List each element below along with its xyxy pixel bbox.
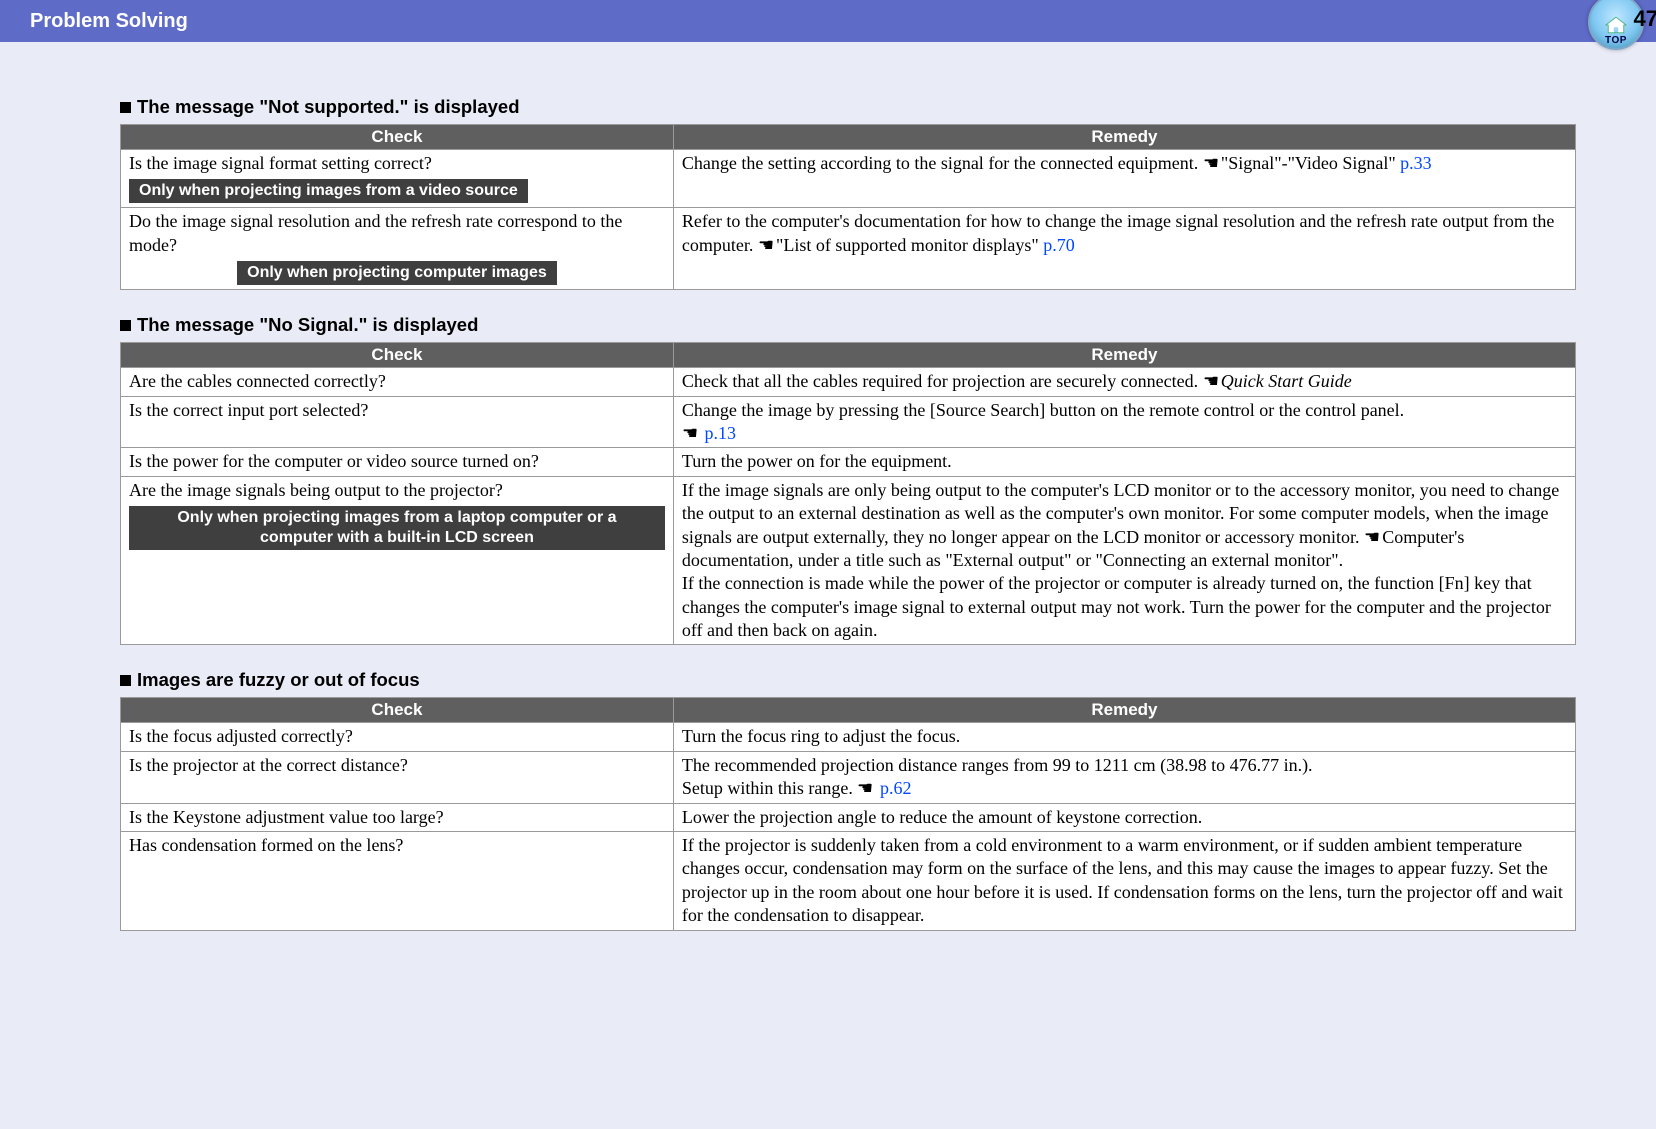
section-title-text: Images are fuzzy or out of focus [137, 669, 420, 691]
condition-badge: Only when projecting computer images [237, 261, 557, 285]
remedy-text: Lower the projection angle to reduce the… [682, 807, 1202, 827]
th-remedy: Remedy [673, 698, 1575, 723]
th-remedy: Remedy [673, 343, 1575, 368]
pointer-icon: ☛ [1364, 526, 1380, 549]
remedy-text: Turn the focus ring to adjust the focus. [682, 726, 960, 746]
pointer-icon: ☛ [682, 422, 698, 445]
page-link[interactable]: p.33 [1400, 153, 1432, 173]
th-remedy: Remedy [673, 125, 1575, 150]
top-badge-label: TOP [1605, 35, 1627, 46]
check-text: Is the correct input port selected? [129, 400, 368, 420]
check-text: Is the power for the computer or video s… [129, 451, 539, 471]
th-check: Check [121, 698, 674, 723]
table-not-supported: Check Remedy Is the image signal format … [120, 124, 1576, 290]
remedy-text: Setup within this range. [682, 778, 857, 798]
remedy-ref-italic: Quick Start Guide [1221, 371, 1352, 391]
page-number: 47 [1634, 6, 1656, 32]
remedy-ref: "Signal"-"Video Signal" [1221, 153, 1400, 173]
home-icon [1602, 15, 1630, 35]
remedy-text: Check that all the cables required for p… [682, 371, 1203, 391]
remedy-ref: "List of supported monitor displays" [776, 235, 1043, 255]
check-text: Are the cables connected correctly? [129, 371, 386, 391]
condition-badge: Only when projecting images from a video… [129, 179, 528, 203]
remedy-text: If the projector is suddenly taken from … [682, 835, 1563, 925]
table-row: Is the power for the computer or video s… [121, 448, 1576, 476]
table-row: Is the Keystone adjustment value too lar… [121, 803, 1576, 831]
check-text: Is the projector at the correct distance… [129, 755, 408, 775]
table-row: Is the correct input port selected? Chan… [121, 396, 1576, 448]
th-check: Check [121, 125, 674, 150]
table-row: Do the image signal resolution and the r… [121, 208, 1576, 290]
remedy-text: Change the setting according to the sign… [682, 153, 1203, 173]
header-title: Problem Solving [30, 10, 188, 33]
table-row: Is the projector at the correct distance… [121, 751, 1576, 803]
remedy-text: Change the image by pressing the [Source… [682, 400, 1404, 420]
table-row: Is the image signal format setting corre… [121, 150, 1576, 208]
section-title-text: The message "No Signal." is displayed [137, 314, 478, 336]
check-text: Do the image signal resolution and the r… [129, 211, 622, 254]
pointer-icon: ☛ [1203, 152, 1219, 175]
table-row: Are the image signals being output to th… [121, 476, 1576, 645]
pointer-icon: ☛ [1203, 370, 1219, 393]
check-text: Is the image signal format setting corre… [129, 153, 432, 173]
pointer-icon: ☛ [758, 234, 774, 257]
table-row: Are the cables connected correctly? Chec… [121, 368, 1576, 396]
remedy-text: If the connection is made while the powe… [682, 573, 1551, 640]
page-link[interactable]: p.70 [1043, 235, 1075, 255]
section-title-not-supported: The message "Not supported." is displaye… [120, 96, 1576, 118]
page-header: Problem Solving 47 TOP [0, 0, 1656, 42]
check-text: Are the image signals being output to th… [129, 480, 503, 500]
table-row: Is the focus adjusted correctly? Turn th… [121, 723, 1576, 751]
remedy-text: The recommended projection distance rang… [682, 755, 1313, 775]
section-title-no-signal: The message "No Signal." is displayed [120, 314, 1576, 336]
page-link[interactable]: p.62 [880, 778, 912, 798]
th-check: Check [121, 343, 674, 368]
check-text: Is the Keystone adjustment value too lar… [129, 807, 444, 827]
content: The message "Not supported." is displaye… [0, 42, 1656, 971]
table-fuzzy: Check Remedy Is the focus adjusted corre… [120, 697, 1576, 930]
table-no-signal: Check Remedy Are the cables connected co… [120, 342, 1576, 645]
check-text: Is the focus adjusted correctly? [129, 726, 353, 746]
section-title-text: The message "Not supported." is displaye… [137, 96, 520, 118]
section-title-fuzzy: Images are fuzzy or out of focus [120, 669, 1576, 691]
pointer-icon: ☛ [857, 777, 873, 800]
condition-badge: Only when projecting images from a lapto… [129, 506, 665, 550]
table-row: Has condensation formed on the lens? If … [121, 832, 1576, 931]
page-link[interactable]: p.13 [705, 423, 737, 443]
remedy-text: Turn the power on for the equipment. [682, 451, 952, 471]
check-text: Has condensation formed on the lens? [129, 835, 403, 855]
